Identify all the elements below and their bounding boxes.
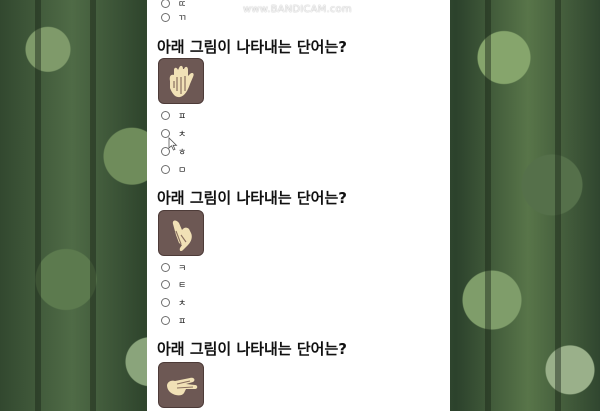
option-label: ㅁ [178, 165, 187, 176]
pointing-hand-icon [172, 220, 192, 252]
option-label: ㅌ [178, 280, 187, 291]
answer-option-q1-1[interactable]: ㅍ [161, 109, 187, 122]
option-label: ㅍ [178, 316, 187, 327]
option-label: ㄸ [178, 0, 187, 10]
previous-option-1[interactable]: ㄸ [161, 0, 187, 10]
horizontal-hand-icon [167, 377, 198, 396]
answer-option-q2-4[interactable]: ㅍ [161, 314, 187, 327]
answer-option-q2-2[interactable]: ㅌ [161, 278, 187, 291]
open-hand-icon [169, 65, 194, 98]
answer-option-q2-1[interactable]: ㅋ [161, 261, 187, 274]
answer-option-q2-3[interactable]: ㅊ [161, 296, 187, 309]
radio-button[interactable] [161, 279, 170, 289]
question-title: 아래 그림이 나타내는 단어는? [157, 189, 347, 207]
option-label: ㅎ [178, 147, 187, 158]
radio-button[interactable] [161, 164, 170, 174]
sign-card-pointing-hand [158, 210, 204, 256]
radio-button[interactable] [161, 297, 170, 307]
radio-button[interactable] [161, 12, 170, 22]
sign-card-horizontal-hand [158, 362, 204, 408]
background-tree-trunk [35, 0, 41, 411]
background-tree-trunk [485, 0, 491, 411]
background-tree-trunk [90, 0, 96, 411]
recording-watermark: www.BANDICAM.com [243, 4, 352, 15]
option-label: ㄲ [178, 13, 187, 24]
question-title: 아래 그림이 나타내는 단어는? [157, 340, 347, 358]
radio-button[interactable] [161, 315, 170, 325]
previous-option-2[interactable]: ㄲ [161, 11, 187, 24]
mouse-cursor-icon [168, 137, 178, 151]
radio-button[interactable] [161, 0, 170, 8]
radio-button[interactable] [161, 110, 170, 120]
option-label: ㅊ [178, 298, 187, 309]
background-tree-trunk [555, 0, 561, 411]
option-label: ㅋ [178, 263, 187, 274]
option-label: ㅍ [178, 111, 187, 122]
radio-button[interactable] [161, 262, 170, 272]
answer-option-q1-4[interactable]: ㅁ [161, 163, 187, 176]
sign-card-open-hand [158, 58, 204, 104]
option-label: ㅊ [178, 129, 187, 140]
question-title: 아래 그림이 나타내는 단어는? [157, 38, 347, 56]
